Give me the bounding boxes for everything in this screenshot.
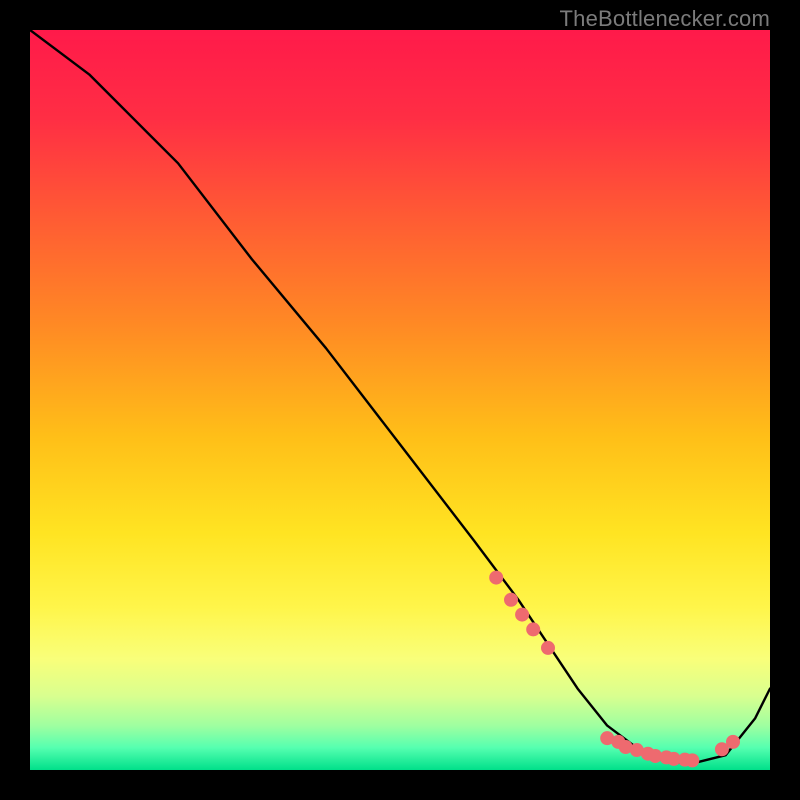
curve-line: [30, 30, 770, 763]
marker-dot: [726, 735, 740, 749]
plot-area: [30, 30, 770, 770]
chart-stage: TheBottlenecker.com: [0, 0, 800, 800]
marker-dot: [685, 753, 699, 767]
marker-dot: [541, 641, 555, 655]
marker-group: [489, 571, 740, 768]
curve-overlay: [30, 30, 770, 770]
marker-dot: [526, 622, 540, 636]
marker-dot: [515, 608, 529, 622]
watermark-text: TheBottlenecker.com: [560, 6, 770, 32]
marker-dot: [489, 571, 503, 585]
marker-dot: [504, 593, 518, 607]
